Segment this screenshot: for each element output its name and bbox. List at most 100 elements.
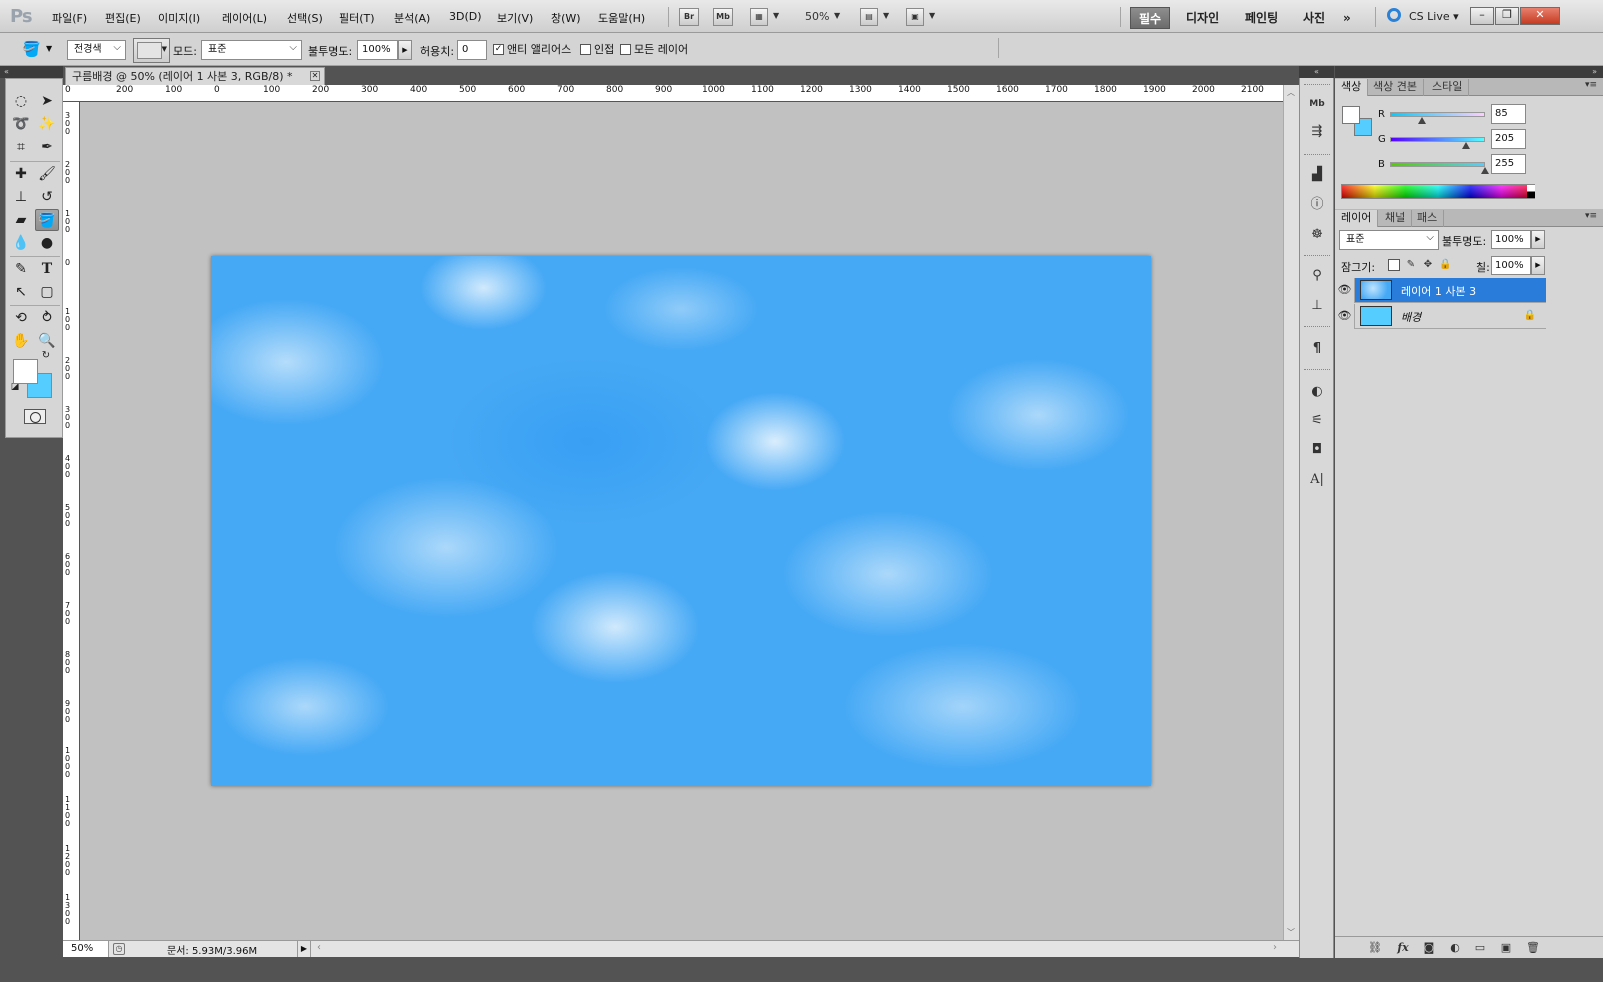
eyedropper-tool-icon[interactable]: ✒ <box>35 136 59 158</box>
clone-stamp-tool-icon[interactable]: ⊥ <box>9 186 33 208</box>
opacity-input[interactable]: 100% <box>357 40 398 60</box>
workspace-design[interactable]: 디자인 <box>1178 7 1227 29</box>
masks-icon[interactable]: ⚟ <box>1306 410 1328 432</box>
magic-wand-tool-icon[interactable]: ✨ <box>35 113 59 135</box>
dock-grip[interactable] <box>1304 154 1330 157</box>
dodge-tool-icon[interactable]: ● <box>35 232 59 254</box>
tab-styles[interactable]: 스타일 <box>1426 79 1470 96</box>
minibridge-button[interactable]: Mb <box>713 8 733 26</box>
blue-slider-thumb[interactable] <box>1481 167 1489 174</box>
green-slider[interactable] <box>1390 137 1485 142</box>
paint-bucket-tool-icon[interactable]: 🪣 <box>22 40 41 58</box>
vertical-ruler[interactable]: 300 200 100 0 100 200 300 400 500 600 70… <box>63 102 80 940</box>
group-icon[interactable]: ▭ <box>1472 941 1488 955</box>
dock-grip[interactable] <box>1304 326 1330 329</box>
paint-bucket-tool-icon[interactable]: 🪣 <box>35 209 59 231</box>
lock-transparent-icon[interactable] <box>1388 259 1400 271</box>
navigator-icon[interactable]: ☸ <box>1306 224 1328 246</box>
cs-live-menu[interactable]: CS Live ▾ <box>1409 10 1459 23</box>
close-button[interactable]: ✕ <box>1520 7 1560 25</box>
dock-grip[interactable] <box>1304 369 1330 372</box>
scroll-down-icon[interactable]: ﹀ <box>1287 927 1295 938</box>
extras-icon[interactable]: ▦ <box>750 8 768 26</box>
trash-icon[interactable]: 🗑 <box>1525 941 1541 955</box>
tab-channels[interactable]: 채널 <box>1379 210 1413 227</box>
menu-view[interactable]: 보기(V) <box>497 10 533 26</box>
clone-source-icon[interactable]: ⊥ <box>1306 295 1328 317</box>
lock-position-icon[interactable]: ✥ <box>1422 259 1434 271</box>
crop-tool-icon[interactable]: ⌗ <box>9 136 33 158</box>
tools-collapse-bar[interactable]: « <box>0 66 63 78</box>
menu-file[interactable]: 파일(F) <box>52 10 87 26</box>
status-zoom-input[interactable]: 50% <box>63 941 109 957</box>
layer-row[interactable]: 👁 배경 🔒 <box>1335 304 1546 329</box>
cloud-image-canvas[interactable] <box>211 256 1151 786</box>
histogram-icon[interactable]: ▟ <box>1306 164 1328 186</box>
green-value-input[interactable]: 205 <box>1491 129 1526 149</box>
history-icon[interactable]: ⇶ <box>1306 121 1328 143</box>
fill-source-select[interactable]: 전경색 <box>67 39 126 60</box>
camera-3d-icon[interactable]: ◘ <box>1306 439 1328 461</box>
3d-rotate-tool-icon[interactable]: ⟲ <box>9 307 33 329</box>
dock-grip[interactable] <box>1304 255 1330 258</box>
dock-grip[interactable] <box>1304 84 1330 87</box>
blend-mode-select[interactable]: 표준 <box>1339 229 1439 250</box>
dock-collapse-bar[interactable]: « <box>1299 66 1334 78</box>
tolerance-input[interactable]: 0 <box>457 40 487 60</box>
move-tool-icon[interactable]: ➤ <box>35 90 59 112</box>
minibridge-icon[interactable]: Mb <box>1306 93 1328 115</box>
proof-icon[interactable]: ◷ <box>113 943 125 955</box>
screen-mode-dropdown-icon[interactable]: ▼ <box>929 11 935 20</box>
color-panel-menu-icon[interactable]: ▾≡ <box>1585 80 1597 90</box>
arrange-dropdown-icon[interactable]: ▼ <box>883 11 889 20</box>
info-icon[interactable]: ⓘ <box>1306 194 1328 216</box>
tab-paths[interactable]: 패스 <box>1411 210 1445 227</box>
brush-tool-icon[interactable]: 🖌 <box>35 163 59 185</box>
lock-all-icon[interactable]: 🔒 <box>1439 259 1451 271</box>
antialias-checkbox[interactable]: ✓ <box>493 44 504 55</box>
tab-color[interactable]: 색상 <box>1335 79 1369 96</box>
workspace-essentials[interactable]: 필수 <box>1130 7 1171 29</box>
quick-mask-icon[interactable] <box>24 409 46 424</box>
menu-image[interactable]: 이미지(I) <box>158 10 200 26</box>
close-tab-icon[interactable]: ✕ <box>310 71 320 81</box>
paragraph-icon[interactable]: ¶ <box>1306 338 1328 360</box>
zoom-level[interactable]: 50% <box>805 10 829 23</box>
fill-input[interactable]: 100% <box>1491 256 1531 275</box>
character-icon[interactable]: A| <box>1306 469 1328 491</box>
scroll-right-icon[interactable]: › <box>1273 942 1277 953</box>
opacity-slider-toggle-icon[interactable]: ▶ <box>398 40 412 60</box>
pen-tool-icon[interactable]: ✎ <box>9 258 33 280</box>
tab-layers[interactable]: 레이어 <box>1335 210 1379 227</box>
contiguous-checkbox[interactable] <box>580 44 591 55</box>
layers-panel-menu-icon[interactable]: ▾≡ <box>1585 211 1597 221</box>
lock-image-icon[interactable]: ✎ <box>1405 259 1417 271</box>
menu-analysis[interactable]: 분석(A) <box>394 10 430 26</box>
link-icon[interactable]: ⛓ <box>1367 941 1383 955</box>
layer-opacity-input[interactable]: 100% <box>1491 230 1531 249</box>
tool-preset-dropdown-icon[interactable]: ▼ <box>46 44 52 53</box>
blue-slider[interactable] <box>1390 162 1485 167</box>
layer-row[interactable]: 👁 레이어 1 사본 3 <box>1335 278 1546 303</box>
scroll-up-icon[interactable]: ︿ <box>1287 87 1295 98</box>
swap-colors-icon[interactable]: ↻ <box>39 349 53 363</box>
red-value-input[interactable]: 85 <box>1491 104 1526 124</box>
menu-help[interactable]: 도움말(H) <box>598 10 645 26</box>
document-tab[interactable]: 구름배경 @ 50% (레이어 1 사본 3, RGB/8) * ✕ <box>65 67 325 85</box>
menu-3d[interactable]: 3D(D) <box>449 10 482 23</box>
menu-window[interactable]: 창(W) <box>551 10 581 26</box>
menu-layer[interactable]: 레이어(L) <box>222 10 267 26</box>
all-layers-checkbox[interactable] <box>620 44 631 55</box>
3d-orbit-tool-icon[interactable]: ⥁ <box>35 307 59 329</box>
adjustment-icon[interactable]: ◐ <box>1447 941 1463 955</box>
color-spectrum-ramp[interactable] <box>1341 184 1535 199</box>
new-layer-icon[interactable]: ▣ <box>1498 941 1514 955</box>
lasso-tool-icon[interactable]: ➰ <box>9 113 33 135</box>
path-selection-tool-icon[interactable]: ↖ <box>9 281 33 303</box>
layer-opacity-slider-icon[interactable]: ▶ <box>1531 230 1545 249</box>
shape-tool-icon[interactable]: ▢ <box>35 281 59 303</box>
workspace-photography[interactable]: 사진 <box>1295 7 1333 29</box>
menu-filter[interactable]: 필터(T) <box>339 10 375 26</box>
black-white-ramp[interactable] <box>1527 185 1535 198</box>
panels-collapse-bar[interactable]: » <box>1335 66 1603 78</box>
